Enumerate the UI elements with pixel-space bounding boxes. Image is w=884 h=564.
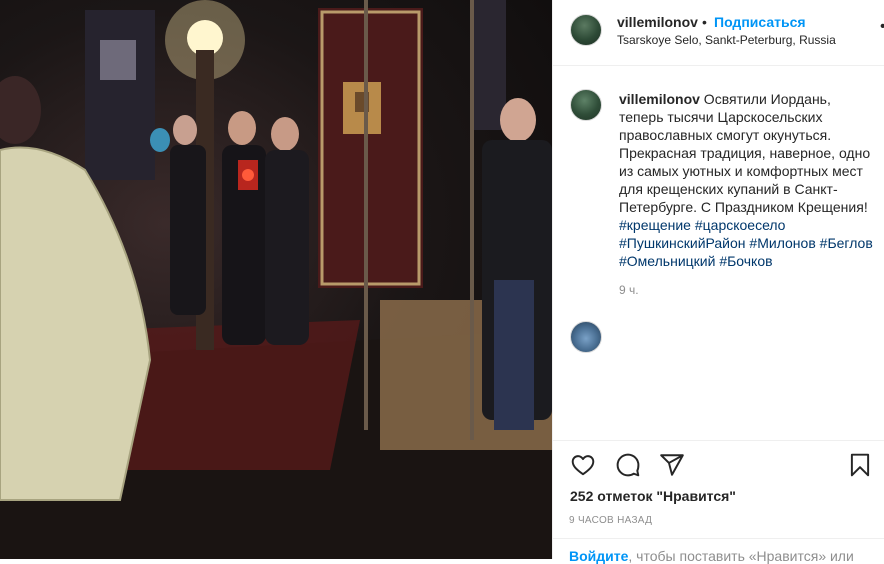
hashtag[interactable]: #ПушкинскийРайон [619, 235, 746, 251]
likes-count[interactable]: 252 отметок "Нравится" [570, 488, 736, 504]
header-separator: • [702, 14, 707, 30]
follow-button[interactable]: Подписаться [714, 14, 806, 30]
login-prompt: Войдите, чтобы поставить «Нравится» или [553, 538, 884, 564]
post-side-panel: villemilonov • Подписаться Tsarskoye Sel… [552, 0, 884, 564]
author-avatar[interactable] [570, 14, 602, 46]
caption-username[interactable]: villemilonov [619, 91, 700, 107]
heart-icon[interactable] [570, 452, 596, 478]
caption-age[interactable]: 9 ч. [619, 283, 639, 297]
more-options-icon[interactable]: ••• [880, 18, 884, 36]
photo-illustration [0, 0, 552, 559]
bookmark-icon[interactable] [847, 452, 873, 478]
author-username[interactable]: villemilonov [617, 14, 698, 30]
post-timestamp[interactable]: 9 ЧАСОВ НАЗАД [569, 515, 652, 526]
share-icon[interactable] [659, 452, 685, 478]
hashtag[interactable]: #Беглов [820, 235, 873, 251]
post-caption: villemilonov Освятили Иордань, теперь ты… [619, 90, 877, 270]
post-photo[interactable] [0, 0, 552, 559]
caption-author-avatar[interactable] [570, 89, 602, 121]
login-prompt-text: , чтобы поставить «Нравится» или [628, 548, 854, 564]
post-header: villemilonov • Подписаться Tsarskoye Sel… [553, 0, 884, 66]
caption-text: Освятили Иордань, теперь тысячи Царскосе… [619, 91, 871, 215]
hashtag[interactable]: #Бочков [719, 253, 772, 269]
action-bar [553, 440, 884, 490]
commenter-avatar[interactable] [570, 321, 602, 353]
hashtag[interactable]: #крещение [619, 217, 691, 233]
comment-icon[interactable] [615, 452, 641, 478]
hashtag[interactable]: #Милонов [749, 235, 815, 251]
hashtag[interactable]: #Омельницкий [619, 253, 715, 269]
post-location[interactable]: Tsarskoye Selo, Sankt-Peterburg, Russia [617, 33, 836, 47]
hashtag[interactable]: #царскоеселo [695, 217, 786, 233]
login-link[interactable]: Войдите [569, 548, 628, 564]
